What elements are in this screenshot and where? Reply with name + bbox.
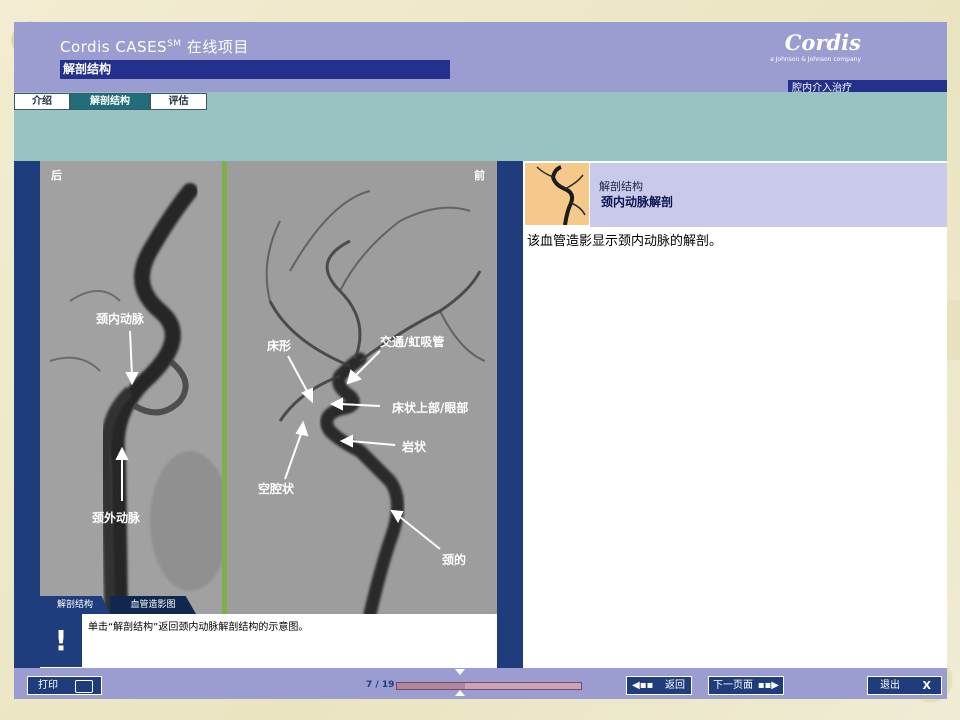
angiogram-figure — [40, 161, 497, 614]
thumbnail-image[interactable] — [525, 163, 589, 226]
close-icon: X — [922, 679, 931, 692]
tab-strip: 介绍 解剖结构 评估 — [14, 92, 947, 161]
label-cervical: 颈的 — [442, 553, 467, 567]
next-label: 下一页面 — [713, 680, 753, 691]
label-supraclinoid: 床状上部/眼部 — [392, 401, 469, 415]
back-label: 返回 — [665, 680, 685, 691]
next-arrow-icon: ▪▪▶ — [757, 680, 779, 691]
exit-label: 退出 — [880, 680, 900, 691]
label-communicating: 交通/虹吸管 — [380, 335, 445, 349]
print-label: 打印 — [38, 680, 58, 691]
exit-button[interactable]: 退出 X — [867, 676, 942, 695]
tab-angiogram[interactable]: 血管造影图 — [110, 596, 196, 614]
label-petrous: 岩状 — [402, 440, 427, 454]
info-title: 颈内动脉解剖 — [601, 195, 674, 209]
info-category: 解剖结构 — [599, 180, 643, 193]
printer-icon — [75, 680, 93, 693]
tab-anatomy-diagram[interactable]: 解剖结构 — [40, 596, 110, 614]
cordis-logo: Cordis — [784, 30, 861, 55]
image-caption: 单击“解剖结构”返回颈内动脉解剖结构的示意图。 — [88, 622, 309, 633]
back-button[interactable]: ◀▪▪ 返回 — [626, 676, 692, 695]
app-title: Cordis CASESSM 在线项目 — [60, 38, 249, 56]
down-arrow-icon — [455, 690, 465, 696]
tab-evaluation[interactable]: 评估 — [150, 93, 207, 110]
up-arrow-icon — [455, 669, 465, 675]
info-header: 解剖结构 颈内动脉解剖 — [590, 163, 947, 227]
alert-icon: ! — [40, 614, 82, 667]
print-button[interactable]: 打印 — [27, 676, 102, 695]
back-arrow-icon: ◀▪▪ — [632, 680, 654, 691]
label-ica: 颈内动脉 — [96, 312, 145, 326]
info-description: 该血管造影显示颈内动脉的解剖。 — [527, 234, 723, 249]
thumbnail-figure — [525, 163, 589, 226]
label-clinoid: 床形 — [267, 339, 292, 353]
next-button[interactable]: 下一页面 ▪▪▶ — [708, 676, 784, 695]
angiogram-image: 后 前 颈内动脉 颈外动脉 床形 交通/虹吸管 床状上部/眼部 岩状 空腔状 颈… — [40, 161, 497, 614]
page-indicator: 7 / 19 — [366, 680, 395, 690]
orientation-posterior: 后 — [51, 169, 62, 182]
progress-fill — [397, 683, 465, 689]
orientation-anterior: 前 — [474, 169, 485, 182]
tab-anatomy[interactable]: 解剖结构 — [70, 93, 150, 110]
tab-intro[interactable]: 介绍 — [14, 93, 70, 110]
left-sidebar — [14, 161, 40, 668]
progress-bar — [396, 682, 582, 690]
section-title: 解剖结构 — [60, 60, 450, 79]
label-eca: 颈外动脉 — [92, 511, 141, 525]
logo-subtitle: a Johnson & Johnson company — [770, 56, 861, 63]
middle-divider — [497, 161, 523, 668]
label-cavernous: 空腔状 — [258, 482, 295, 496]
